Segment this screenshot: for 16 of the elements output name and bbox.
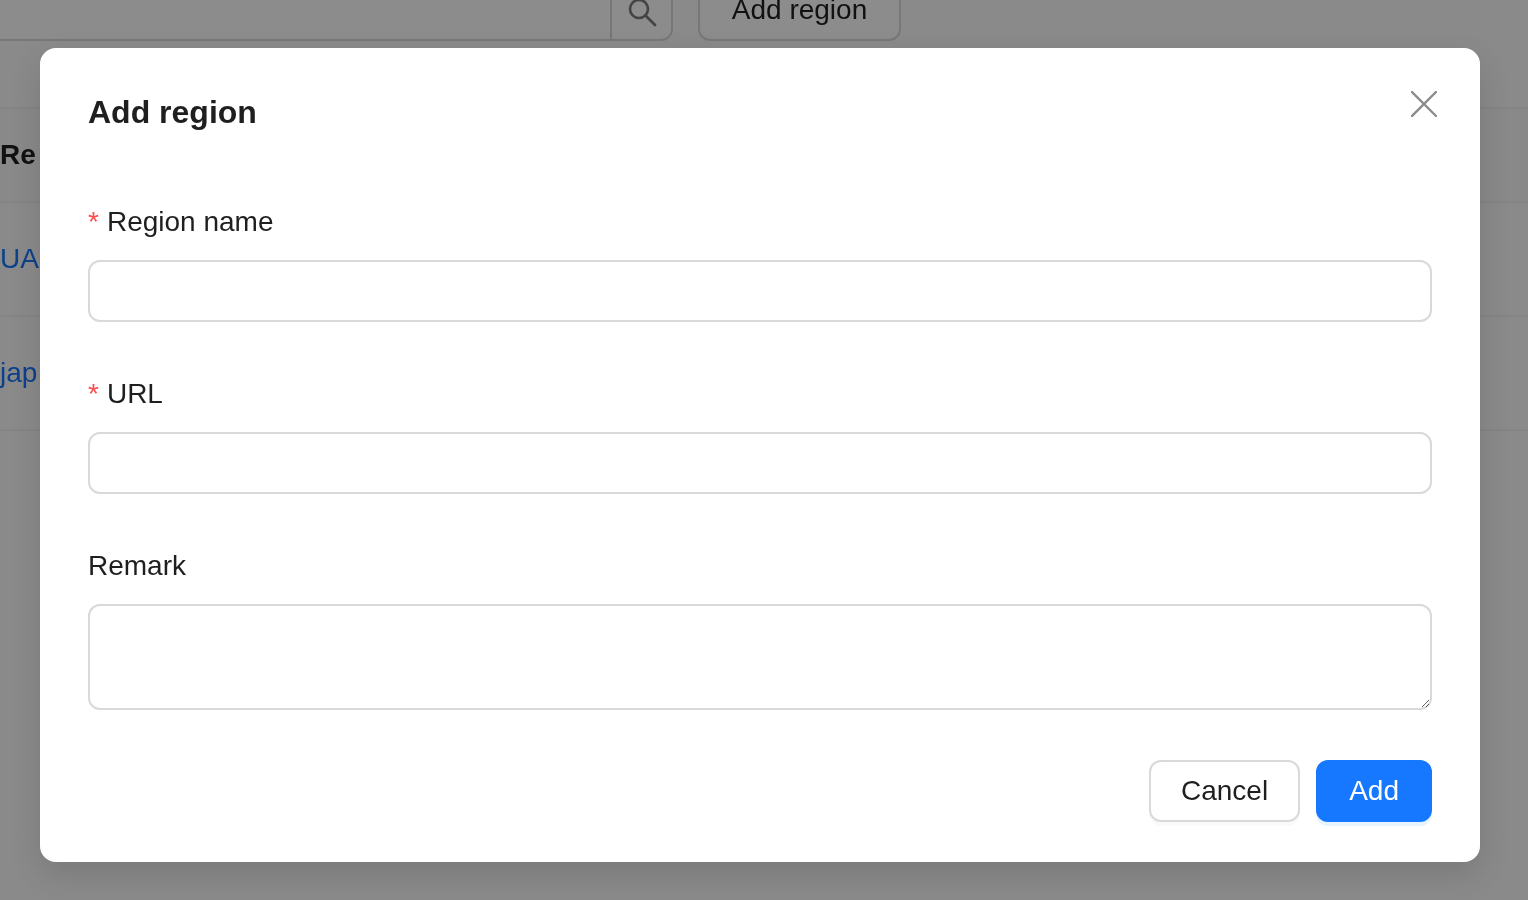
close-icon (1411, 91, 1437, 117)
column-header: Re (0, 138, 36, 172)
field-label: Region name (106, 205, 274, 239)
search-icon (626, 0, 657, 27)
region-link[interactable]: jap (0, 352, 38, 394)
required-mark: * (88, 205, 99, 239)
input-field[interactable] (88, 432, 1432, 494)
required-mark: * (88, 377, 99, 411)
input-field[interactable] (88, 260, 1432, 322)
field-label: URL (106, 377, 163, 411)
submit-button[interactable]: Add (1316, 760, 1432, 822)
cancel-button[interactable]: Cancel (1149, 760, 1301, 822)
textarea-field[interactable] (88, 604, 1432, 710)
region-link[interactable]: UA (0, 238, 39, 280)
dialog-title: Add region (88, 93, 257, 132)
field-label: Remark (88, 549, 186, 583)
